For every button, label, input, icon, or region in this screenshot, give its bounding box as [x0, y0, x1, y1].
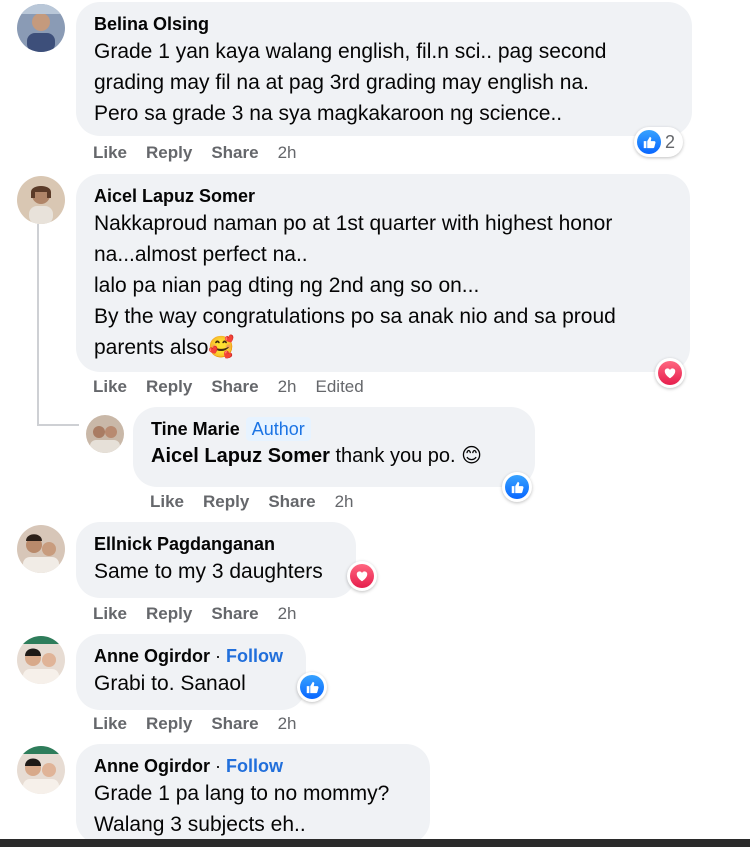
reply-author: Tine Marie Author: [151, 417, 517, 441]
avatar[interactable]: [17, 636, 65, 684]
reaction-summary[interactable]: [655, 358, 685, 388]
commenter-name[interactable]: Ellnick Pagdanganan: [94, 532, 338, 556]
reply-button[interactable]: Reply: [146, 714, 192, 734]
mention-link[interactable]: Aicel Lapuz Somer: [151, 445, 330, 467]
reply-button[interactable]: Reply: [146, 377, 192, 397]
share-button[interactable]: Share: [211, 604, 258, 624]
avatar[interactable]: [17, 746, 65, 794]
heart-icon: [658, 361, 682, 385]
like-button[interactable]: Like: [93, 604, 127, 624]
share-button[interactable]: Share: [211, 377, 258, 397]
name-separator: ·: [210, 646, 226, 666]
commenter-name[interactable]: Belina Olsing: [94, 12, 674, 36]
comment-bubble: Belina Olsing Grade 1 yan kaya walang en…: [76, 2, 692, 136]
reply-button[interactable]: Reply: [146, 604, 192, 624]
reaction-count: 2: [665, 131, 676, 152]
comment-actions: Like Reply Share 2h: [93, 143, 316, 163]
comment-text: Grade 1 yan kaya walang english, fil.n s…: [94, 40, 607, 125]
reaction-summary[interactable]: [347, 561, 377, 591]
reply-text: Aicel Lapuz Somer thank you po. 😊: [151, 445, 482, 467]
share-button[interactable]: Share: [268, 492, 315, 512]
heart-icon: [350, 564, 374, 588]
commenter-header: Anne Ogirdor · Follow: [94, 644, 288, 668]
timestamp[interactable]: 2h: [278, 143, 297, 163]
commenter-name[interactable]: Anne Ogirdor: [94, 646, 210, 666]
share-button[interactable]: Share: [211, 143, 258, 163]
timestamp[interactable]: 2h: [278, 377, 297, 397]
reaction-summary[interactable]: [297, 672, 327, 702]
follow-button[interactable]: Follow: [226, 756, 283, 776]
comment-text: Nakkaproud naman po at 1st quarter with …: [94, 212, 616, 359]
timestamp[interactable]: 2h: [278, 714, 297, 734]
comment-text: Grade 1 pa lang to no mommy? Walang 3 su…: [94, 782, 390, 836]
avatar[interactable]: [17, 176, 65, 224]
commenter-name[interactable]: Anne Ogirdor: [94, 756, 210, 776]
follow-button[interactable]: Follow: [226, 646, 283, 666]
comment-bubble: Anne Ogirdor · Follow Grade 1 pa lang to…: [76, 744, 430, 844]
like-button[interactable]: Like: [93, 714, 127, 734]
share-button[interactable]: Share: [211, 714, 258, 734]
comment-bubble: Aicel Lapuz Somer Nakkaproud naman po at…: [76, 174, 690, 372]
like-icon: [505, 475, 529, 499]
commenter-header: Anne Ogirdor · Follow: [94, 754, 412, 778]
comment-text: Grabi to. Sanaol: [94, 672, 246, 695]
thread-line-curve: [37, 424, 79, 426]
like-button[interactable]: Like: [93, 143, 127, 163]
commenter-name[interactable]: Tine Marie: [151, 419, 240, 439]
timestamp[interactable]: 2h: [335, 492, 354, 512]
reply-button[interactable]: Reply: [146, 143, 192, 163]
comment-actions: Like Reply Share 2h: [93, 714, 316, 734]
timestamp[interactable]: 2h: [278, 604, 297, 624]
like-button[interactable]: Like: [93, 377, 127, 397]
comment-actions: Like Reply Share 2h Edited: [93, 377, 383, 397]
edited-label: Edited: [315, 377, 364, 396]
avatar[interactable]: [17, 4, 65, 52]
comment-bubble: Ellnick Pagdanganan Same to my 3 daughte…: [76, 522, 356, 598]
reply-button[interactable]: Reply: [203, 492, 249, 512]
like-icon: [300, 675, 324, 699]
window-bottom-edge: [0, 839, 750, 847]
like-icon: [637, 130, 661, 154]
avatar[interactable]: [86, 415, 124, 453]
like-button[interactable]: Like: [150, 492, 184, 512]
comment-bubble: Anne Ogirdor · Follow Grabi to. Sanaol: [76, 634, 306, 710]
reply-bubble: Tine Marie Author Aicel Lapuz Somer thank…: [133, 407, 535, 487]
comment-actions: Like Reply Share 2h: [93, 604, 316, 624]
avatar[interactable]: [17, 525, 65, 573]
reply-actions: Like Reply Share 2h: [150, 492, 373, 512]
author-badge: Author: [245, 417, 311, 441]
comment-text: Same to my 3 daughters: [94, 560, 323, 583]
commenter-name[interactable]: Aicel Lapuz Somer: [94, 184, 672, 208]
thread-line: [37, 224, 39, 424]
reaction-summary[interactable]: [502, 472, 532, 502]
reaction-summary[interactable]: 2: [634, 127, 684, 157]
name-separator: ·: [210, 756, 226, 776]
